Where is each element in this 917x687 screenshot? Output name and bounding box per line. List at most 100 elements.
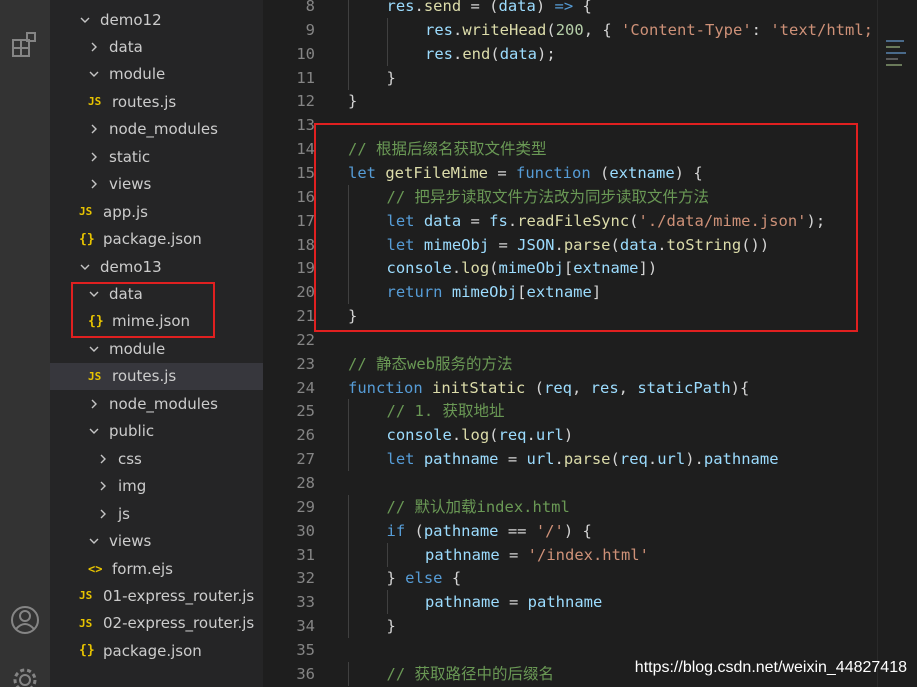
chevron-down-icon[interactable] [87, 535, 101, 547]
code-text: // 根据后缀名获取文件类型 [348, 140, 547, 159]
explorer-folder[interactable]: img [50, 473, 263, 500]
code-text: } [348, 92, 358, 111]
line-number: 13 [296, 116, 315, 135]
line-number: 30 [296, 521, 315, 540]
indent-guide [348, 65, 349, 90]
chevron-down-icon[interactable] [87, 68, 101, 80]
json-file-icon: {} [79, 643, 95, 659]
code-text: return mimeObj[extname] [386, 283, 602, 302]
explorer-folder[interactable]: views [50, 171, 263, 198]
code-text: } [386, 617, 396, 636]
chevron-down-icon[interactable] [78, 14, 92, 26]
explorer-file[interactable]: JS 01-express_router.js [50, 582, 263, 609]
explorer-folder[interactable]: static [50, 143, 263, 170]
line-number: 35 [296, 640, 315, 659]
code-text: res.writeHead(200, { 'Content-Type': 'te… [425, 20, 873, 39]
code-line: 21} [263, 304, 917, 328]
indent-guide [348, 232, 349, 257]
explorer-folder[interactable]: js [50, 500, 263, 527]
code-editor[interactable]: 8 res.send = (data) => {9 res.writeHead(20… [263, 0, 917, 687]
explorer-item-label: routes.js [112, 92, 177, 111]
code-line: 32} else { [263, 566, 917, 591]
extensions-icon[interactable] [0, 30, 50, 60]
explorer-item-label: demo13 [100, 257, 162, 276]
explorer-folder[interactable]: node_modules [50, 390, 263, 417]
explorer-item-label: 01-express_router.js [103, 586, 255, 605]
chevron-right-icon[interactable] [87, 151, 101, 163]
chevron-right-icon[interactable] [96, 453, 110, 465]
code-line: 14 // 根据后缀名获取文件类型 [263, 137, 917, 161]
explorer-file[interactable]: <> form.ejs [50, 555, 263, 582]
chevron-right-icon[interactable] [87, 123, 101, 135]
explorer-file[interactable]: {} package.json [50, 637, 263, 664]
line-number: 22 [296, 330, 315, 349]
chevron-down-icon[interactable] [87, 425, 101, 437]
explorer-item-label: package.json [103, 230, 202, 249]
line-number: 25 [296, 402, 315, 421]
indent-guide [348, 447, 349, 472]
explorer-item-label: package.json [103, 641, 202, 660]
explorer-item-label: routes.js [112, 367, 177, 386]
code-line: 12} [263, 89, 917, 113]
code-line: 24 function initStatic (req, res, staticP… [263, 376, 917, 400]
indent-guide [348, 208, 349, 233]
explorer-file[interactable]: JS routes.js [50, 88, 263, 115]
explorer-file[interactable]: JS app.js [50, 198, 263, 225]
chevron-right-icon[interactable] [87, 41, 101, 53]
explorer-item-label: data [109, 37, 143, 56]
indent-guide [348, 661, 349, 686]
explorer-folder[interactable]: public [50, 418, 263, 445]
code-line: 31 pathname = '/index.html' [263, 542, 917, 567]
code-line: 10 res.end(data); [263, 41, 917, 66]
line-number: 26 [296, 426, 315, 445]
code-text: pathname = '/index.html' [425, 545, 649, 564]
line-number: 28 [296, 474, 315, 492]
line-number: 18 [296, 235, 315, 254]
line-number: 23 [296, 354, 315, 373]
explorer-item-label: form.ejs [112, 559, 173, 578]
js-file-icon: JS [79, 616, 93, 630]
js-file-icon: JS [79, 205, 93, 219]
code-text: let getFileMime = function (extname) { [348, 163, 703, 182]
line-number: 36 [296, 664, 315, 683]
explorer-file[interactable]: JS 02-express_router.js [50, 610, 263, 637]
chevron-right-icon[interactable] [96, 480, 110, 492]
indent-guide [348, 17, 349, 42]
file-explorer: demo12 data module JS routes.js node_modules s… [50, 0, 263, 687]
code-line: 26 console.log(req.url) [263, 423, 917, 448]
explorer-folder[interactable]: demo13 [50, 253, 263, 280]
explorer-folder[interactable]: data [50, 33, 263, 60]
account-icon[interactable] [0, 604, 50, 636]
line-number: 20 [296, 283, 315, 302]
chevron-right-icon[interactable] [96, 508, 110, 520]
code-text: res.end(data); [425, 44, 556, 63]
line-number: 29 [296, 497, 315, 516]
explorer-folder[interactable]: module [50, 61, 263, 88]
explorer-item-label: public [109, 422, 155, 441]
explorer-file[interactable]: {} package.json [50, 226, 263, 253]
chevron-right-icon[interactable] [87, 178, 101, 190]
explorer-folder[interactable]: css [50, 445, 263, 472]
explorer-folder[interactable]: views [50, 528, 263, 555]
code-line: 9 res.writeHead(200, { 'Content-Type': 't… [263, 17, 917, 42]
code-text: } else { [386, 569, 462, 588]
explorer-folder[interactable]: module [50, 335, 263, 362]
chevron-down-icon[interactable] [87, 343, 101, 355]
explorer-file[interactable]: JS routes.js [50, 362, 263, 390]
code-text: console.log(req.url) [386, 426, 574, 445]
js-file-icon: JS [79, 589, 93, 603]
settings-gear-icon[interactable] [0, 664, 50, 687]
line-number: 16 [296, 187, 315, 206]
chevron-down-icon[interactable] [78, 261, 92, 273]
chevron-right-icon[interactable] [87, 398, 101, 410]
indent-guide [348, 280, 349, 305]
code-text: res.send = (data) => { [386, 0, 592, 15]
code-line: 33 pathname = pathname [263, 590, 917, 615]
indent-guide [348, 614, 349, 639]
code-line: 20 return mimeObj[extname] [263, 280, 917, 305]
explorer-folder[interactable]: demo12 [50, 6, 263, 33]
explorer-folder[interactable]: node_modules [50, 116, 263, 143]
code-line: 34} [263, 614, 917, 639]
code-text: // 把异步读取文件方法改为同步读取文件方法 [386, 187, 710, 206]
line-number: 21 [296, 307, 315, 326]
